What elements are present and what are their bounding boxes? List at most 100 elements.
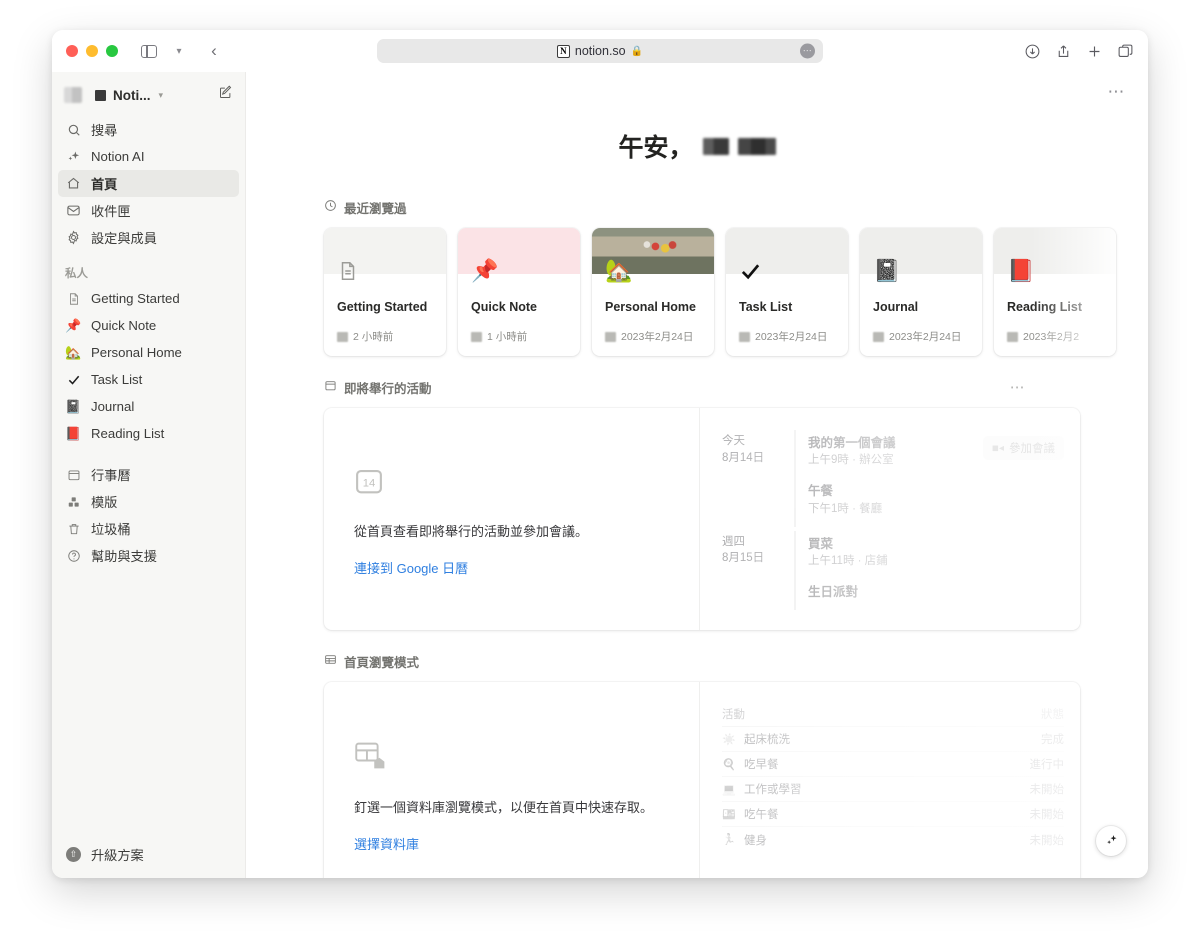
join-meeting-button[interactable]: ◾◂ 參加會議 [983,436,1064,460]
table-cell-status: 進行中 [1020,756,1065,772]
row-name-text: 吃午餐 [744,806,779,822]
close-button[interactable] [66,45,78,57]
upcoming-events-section: 即將舉行的活動 ⋯ 14 從首 [324,378,1148,630]
upgrade-plan-button[interactable]: ⇧ 升級方案 [58,841,239,868]
calendar-icon [324,379,337,397]
sidebar-toggle-chevron[interactable]: ▾ [166,39,192,63]
home-database-view-section: 首頁瀏覽模式 釘選一個資料庫瀏覽模式，以便在首頁中快速存 [324,652,1148,878]
calendar-icon [65,468,82,482]
sidebar-item-inbox[interactable]: 收件匣 [58,197,239,224]
card-title: Task List [739,300,838,314]
sidebar-item-calendar[interactable]: 行事曆 [58,461,239,488]
workspace-logo-icon [95,90,106,101]
card-meta-text: 2023年2月24日 [755,329,827,344]
table-row[interactable]: 🏃 健身 未開始 [722,827,1064,852]
event-date: 週四 8月15日 [722,531,794,611]
table-cell-name: 🍱 吃午餐 [722,806,1020,822]
sidebar-item-quick-note[interactable]: 📌 Quick Note [58,312,239,339]
row-name-text: 工作或學習 [744,781,802,797]
tab-overview-icon[interactable] [1117,43,1134,60]
sidebar-item-reading-list[interactable]: 📕 Reading List [58,420,239,447]
event-item[interactable]: 我的第一個會議 上午9時 · 辦公室 ◾◂ 參加會議 [794,430,1064,478]
upgrade-plan-label: 升級方案 [91,845,144,864]
app-body: Noti... ▾ 搜 [52,72,1148,878]
table-cell-status: 未開始 [1020,781,1065,797]
table-row[interactable]: 🍳 吃早餐 進行中 [722,752,1064,777]
event-group-thursday: 週四 8月15日 買菜 上午11時 · 店鋪 [722,531,1064,611]
maximize-button[interactable] [106,45,118,57]
event-item[interactable]: 生日派對 [794,579,1064,610]
events-empty-description: 從首頁查看即將舉行的活動並參加會議。 [354,523,669,542]
sparkle-icon [65,149,82,164]
connect-google-calendar-link[interactable]: 連接到 Google 日曆 [354,558,669,577]
workspace-switcher[interactable]: Noti... ▾ [58,78,239,112]
row-name-text: 健身 [744,832,767,848]
recent-card-personal-home[interactable]: 🏡 Personal Home 2023年2月24日 [592,228,714,356]
event-title: 買菜 [808,535,1064,553]
event-item[interactable]: 買菜 上午11時 · 店鋪 [794,531,1064,579]
recent-card-reading-list[interactable]: 📕 Reading List 2023年2月2 [994,228,1116,356]
desktop-background: ▾ ‹ N notion.so 🔒 ⋯ [0,0,1200,938]
url-text: notion.so [575,44,626,58]
notebook-icon: 📓 [873,260,900,282]
sidebar-item-templates[interactable]: 模版 [58,488,239,515]
row-emoji-icon: 🏃 [722,833,735,846]
table-row[interactable]: 💻 工作或學習 未開始 [722,777,1064,802]
sidebar-item-getting-started[interactable]: Getting Started [58,285,239,312]
sidebar-item-trash[interactable]: 垃圾桶 [58,515,239,542]
sidebar-item-settings[interactable]: 設定與成員 [58,224,239,251]
address-bar-more-button[interactable]: ⋯ [800,44,815,59]
event-day-label: 週四 [722,534,794,551]
sidebar-item-personal-home[interactable]: 🏡 Personal Home [58,339,239,366]
table-row[interactable]: 🍱 吃午餐 未開始 [722,802,1064,827]
notion-ai-fab-button[interactable] [1096,826,1126,856]
sidebar-item-journal[interactable]: 📓 Journal [58,393,239,420]
share-icon[interactable] [1055,43,1072,60]
sidebar-item-label: 垃圾桶 [91,519,131,538]
row-name-text: 吃早餐 [744,756,779,772]
choose-database-link[interactable]: 選擇資料庫 [354,834,669,853]
recent-card-getting-started[interactable]: Getting Started 2 小時前 [324,228,446,356]
sidebar-item-search[interactable]: 搜尋 [58,116,239,143]
plus-icon[interactable] [1086,43,1103,60]
recent-card-quick-note[interactable]: 📌 Quick Note 1 小時前 [458,228,580,356]
sidebar-toggle-icon [141,45,157,58]
sidebar-item-label: Quick Note [91,318,156,333]
upcoming-events-panel: 14 從首頁查看即將舉行的活動並參加會議。 連接到 Google 日曆 [324,408,1080,630]
pin-icon: 📌 [471,260,498,282]
download-icon[interactable] [1024,43,1041,60]
event-subtitle: 上午11時 · 店鋪 [808,553,1064,570]
workspace-avatar [64,87,82,103]
sidebar-item-task-list[interactable]: Task List [58,366,239,393]
event-item[interactable]: 午餐 下午1時 · 餐廳 [794,478,1064,526]
sidebar-toggle-button[interactable] [136,39,162,63]
address-bar[interactable]: N notion.so 🔒 ⋯ [377,39,823,63]
event-items: 我的第一個會議 上午9時 · 辦公室 ◾◂ 參加會議 [794,430,1064,527]
recent-card-task-list[interactable]: Task List 2023年2月24日 [726,228,848,356]
recent-card-journal[interactable]: 📓 Journal 2023年2月24日 [860,228,982,356]
page-more-button[interactable]: ⋯ [1108,83,1127,100]
url-display: N notion.so 🔒 [557,44,643,58]
table-row[interactable]: ☀️ 起床梳洗 完成 [722,727,1064,752]
sidebar-item-label: 行事曆 [91,465,131,484]
table-header-row: 活動 狀態 [722,702,1064,727]
recent-cards-row: Getting Started 2 小時前 [324,228,1148,356]
event-title: 我的第一個會議 [808,434,975,452]
sidebar-item-label: 收件匣 [91,201,131,220]
compose-icon[interactable] [218,85,233,105]
section-more-button[interactable]: ⋯ [1010,380,1026,395]
chevron-down-icon: ▾ [176,46,181,57]
window-controls[interactable] [66,45,118,57]
sidebar-item-notion-ai[interactable]: Notion AI [58,143,239,170]
sidebar-item-home[interactable]: 首頁 [58,170,239,197]
card-body: 📌 Quick Note 1 小時前 [458,274,580,356]
chevron-down-icon: ▾ [159,90,164,101]
sidebar-item-help[interactable]: 幫助與支援 [58,542,239,569]
card-meta: 1 小時前 [471,329,572,344]
sidebar-section-private: 私人 [52,265,245,281]
back-button[interactable]: ‹ [196,39,222,63]
redacted-username-part [738,138,776,155]
svg-text:14: 14 [363,478,376,490]
inbox-icon [65,203,82,218]
minimize-button[interactable] [86,45,98,57]
